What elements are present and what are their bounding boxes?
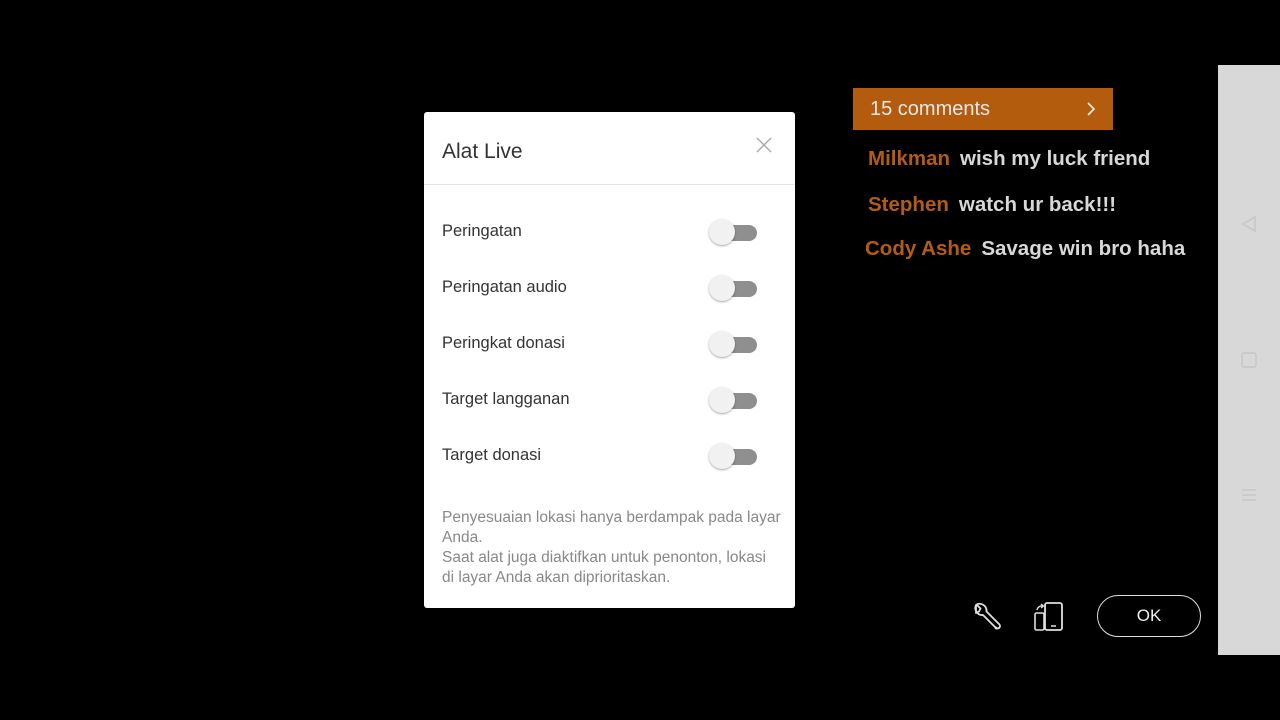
toggle-switch[interactable] — [709, 329, 759, 357]
menu-icon — [1242, 489, 1256, 501]
option-row-peringatan-audio: Peringatan audio — [442, 273, 759, 301]
dialog-title: Alat Live — [442, 140, 523, 163]
option-label: Target langganan — [442, 389, 570, 408]
toggle-knob — [709, 219, 735, 245]
option-label: Peringkat donasi — [442, 333, 565, 352]
toggle-knob — [709, 443, 735, 469]
toggle-switch[interactable] — [709, 441, 759, 469]
nav-menu-button[interactable] — [1240, 486, 1258, 509]
wrench-icon — [974, 602, 1001, 630]
comment-item: Stephen watch ur back!!! — [868, 193, 1116, 217]
system-nav-bar — [1218, 65, 1280, 655]
comment-text: wish my luck friend — [960, 147, 1151, 170]
option-row-target-donasi: Target donasi — [442, 441, 759, 469]
toggle-switch[interactable] — [709, 273, 759, 301]
option-row-peringatan: Peringatan — [442, 217, 759, 245]
toggle-switch[interactable] — [709, 385, 759, 413]
live-tools-dialog: Alat Live Peringatan Peringatan audio Pe… — [424, 112, 795, 608]
option-label: Peringatan — [442, 221, 522, 240]
close-icon — [756, 137, 772, 153]
comments-count-label: 15 comments — [870, 97, 991, 120]
close-button[interactable] — [755, 136, 773, 154]
toggle-switch[interactable] — [709, 217, 759, 245]
tools-button[interactable] — [968, 600, 1002, 639]
chevron-right-icon — [1087, 102, 1096, 116]
note-line: Penyesuaian lokasi hanya berdampak pada … — [442, 509, 781, 546]
option-label: Peringatan audio — [442, 277, 567, 296]
option-row-peringkat-donasi: Peringkat donasi — [442, 329, 759, 357]
rotate-screen-button[interactable] — [1032, 600, 1066, 639]
option-label: Target donasi — [442, 445, 542, 464]
comment-text: Savage win bro haha — [981, 237, 1186, 260]
back-icon — [1241, 215, 1256, 233]
comment-item: Milkman wish my luck friend — [868, 147, 1150, 171]
comment-item: Cody Ashe Savage win bro haha — [865, 237, 1185, 261]
note-line: Saat alat juga diaktifkan untuk penonton… — [442, 549, 767, 586]
option-row-target-langganan: Target langganan — [442, 385, 759, 413]
dialog-header: Alat Live — [424, 112, 795, 185]
toggle-knob — [709, 331, 735, 357]
comment-author: Stephen — [868, 193, 949, 216]
live-screen: Alat Live Peringatan Peringatan audio Pe… — [0, 0, 1280, 720]
toggle-knob — [709, 387, 735, 413]
comment-author: Milkman — [868, 147, 951, 170]
toggle-knob — [709, 275, 735, 301]
nav-back-button[interactable] — [1240, 215, 1258, 238]
nav-home-button[interactable] — [1240, 351, 1258, 374]
comments-count-button[interactable]: 15 comments — [853, 88, 1113, 130]
comment-author: Cody Ashe — [865, 237, 972, 260]
location-note: Penyesuaian lokasi hanya berdampak pada … — [442, 508, 782, 588]
home-icon — [1241, 352, 1257, 368]
comment-text: watch ur back!!! — [958, 193, 1117, 216]
rotate-phone-icon — [1034, 602, 1063, 631]
ok-button[interactable]: OK — [1097, 595, 1201, 637]
